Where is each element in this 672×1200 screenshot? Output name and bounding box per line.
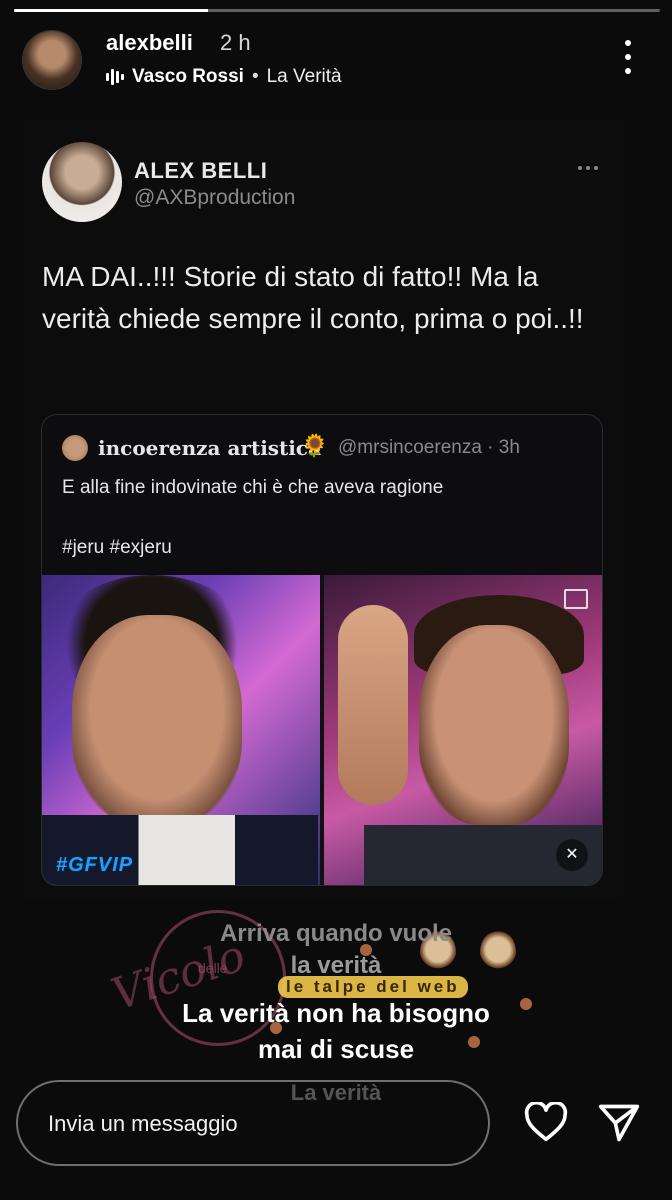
quoted-avatar [62,435,88,461]
avatar[interactable] [22,30,82,90]
media-photo-right: ✕ [324,575,602,885]
lyric-line: la verità [290,952,382,979]
tweet-author-handle: @AXBproduction [134,186,296,209]
tweet-text: MA DAI..!!! Storie di stato di fatto!! M… [42,261,584,334]
message-input[interactable] [46,1110,470,1138]
gfvip-badge: #GFVIP [56,854,134,876]
music-sticker[interactable]: Vasco Rossi • La Verità [106,66,342,88]
quoted-meta: @mrsincoerenza · 3h [338,437,520,458]
heart-icon[interactable] [524,1102,568,1142]
music-song: La Verità [266,66,342,87]
lyric-line: Arriva quando vuole [219,920,453,947]
story-progress-fill [14,9,208,12]
quoted-text: E alla fine indovinate chi è che aveva r… [62,477,444,498]
story-viewer[interactable]: alexbelli 2 h Vasco Rossi • La Verità AL… [0,0,672,1200]
music-artist: Vasco Rossi [132,66,244,87]
tweet-more-icon [578,166,598,170]
send-icon[interactable] [597,1101,641,1145]
tweet-avatar [42,142,122,222]
lyric-line-current: mai di scuse [257,1034,415,1064]
music-bars-icon [106,68,124,86]
story-progress-bar [14,9,660,12]
music-separator: • [251,66,259,87]
quoted-hashtags: #jeru #exjeru [62,537,172,558]
post-time: 2 h [220,30,251,55]
quoted-author-name: incoerenza artistica [98,436,322,460]
quoted-media: #GFVIP ✕ [42,575,602,885]
tweet-author-name: ALEX BELLI [134,158,268,183]
cast-icon [564,589,588,609]
more-vertical-icon[interactable] [618,40,638,74]
quoted-tweet: incoerenza artistica 🌻 @mrsincoerenza · … [41,414,603,886]
media-photo-left: #GFVIP [42,575,320,885]
reply-field[interactable] [16,1080,490,1166]
tweet-card: ALEX BELLI @AXBproduction MA DAI..!!! St… [22,120,622,900]
sunflower-emoji: 🌻 [301,433,329,458]
mute-icon: ✕ [556,839,588,871]
username[interactable]: alexbelli [106,30,193,56]
lyric-line-current: La verità non ha bisogno [182,998,490,1028]
